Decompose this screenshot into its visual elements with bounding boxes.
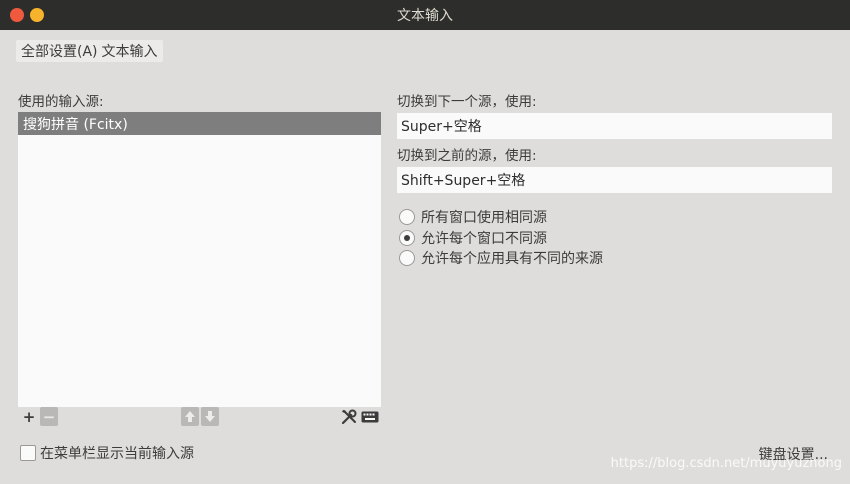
prev-source-shortcut-field[interactable]: Shift+Super+空格 [397, 167, 832, 193]
minimize-button[interactable] [30, 8, 44, 22]
input-sources-label: 使用的输入源: [18, 94, 104, 110]
preferences-button[interactable] [340, 407, 358, 426]
radio-label: 所有窗口使用相同源 [421, 210, 547, 226]
move-down-button[interactable] [201, 407, 219, 426]
radio-same-source[interactable]: 所有窗口使用相同源 [399, 207, 547, 227]
title-bar: 文本输入 [0, 0, 850, 30]
arrow-down-icon [205, 411, 215, 422]
input-source-list[interactable]: 搜狗拼音 (Fcitx) [18, 112, 381, 407]
radio-button[interactable] [399, 209, 415, 225]
arrow-up-icon [185, 411, 195, 422]
add-button[interactable]: + [20, 407, 38, 426]
list-item-label: 搜狗拼音 (Fcitx) [23, 116, 128, 133]
next-source-shortcut-value: Super+空格 [401, 119, 482, 135]
keyboard-icon [361, 411, 379, 422]
tools-icon [341, 409, 357, 424]
radio-button[interactable] [399, 250, 415, 266]
breadcrumb: 全部设置(A) 文本输入 [16, 40, 163, 62]
next-source-label: 切换到下一个源，使用: [397, 94, 537, 110]
plus-icon: + [22, 407, 36, 426]
show-in-menubar-checkbox[interactable] [20, 445, 36, 461]
list-item[interactable]: 搜狗拼音 (Fcitx) [18, 112, 381, 135]
radio-per-window[interactable]: 允许每个窗口不同源 [399, 228, 547, 248]
remove-button[interactable]: − [40, 407, 58, 426]
breadcrumb-current: 文本输入 [101, 44, 158, 60]
breadcrumb-all-settings[interactable]: 全部设置(A) [19, 41, 100, 61]
next-source-shortcut-field[interactable]: Super+空格 [397, 113, 832, 139]
radio-label: 允许每个窗口不同源 [421, 231, 547, 247]
minus-icon: − [42, 407, 56, 426]
close-button[interactable] [10, 8, 24, 22]
list-toolbar: + − [18, 407, 381, 427]
radio-label: 允许每个应用具有不同的来源 [421, 251, 603, 267]
show-in-menubar-option[interactable]: 在菜单栏显示当前输入源 [20, 444, 194, 462]
move-up-button[interactable] [181, 407, 199, 426]
prev-source-label: 切换到之前的源，使用: [397, 148, 537, 164]
radio-per-app[interactable]: 允许每个应用具有不同的来源 [399, 248, 603, 268]
window-title: 文本输入 [397, 8, 453, 24]
keyboard-layout-button[interactable] [360, 407, 380, 426]
watermark: https://blog.csdn.net/muyuyuzhong [610, 456, 842, 471]
show-in-menubar-label: 在菜单栏显示当前输入源 [40, 446, 194, 462]
radio-button-checked[interactable] [399, 230, 415, 246]
prev-source-shortcut-value: Shift+Super+空格 [401, 173, 526, 189]
